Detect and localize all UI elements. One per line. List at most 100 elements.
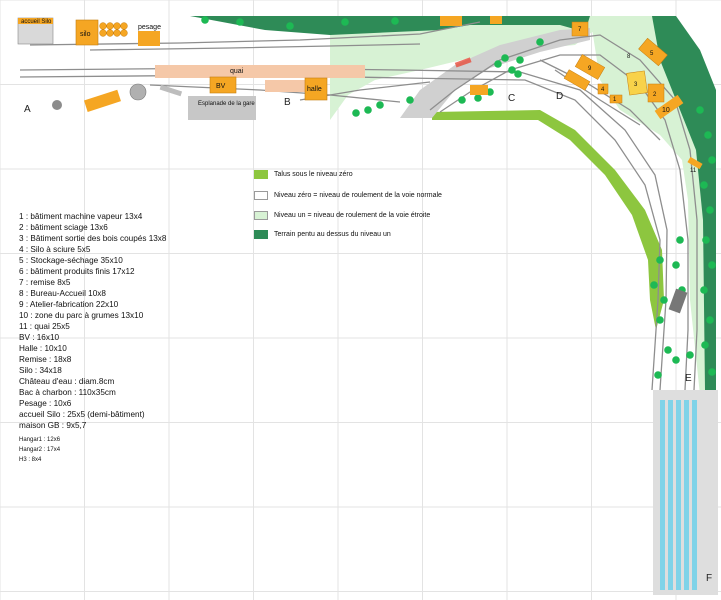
tree bbox=[236, 18, 244, 26]
tree bbox=[660, 296, 668, 304]
list-item-small: Hangar1 : 12x6 bbox=[19, 437, 61, 443]
tree bbox=[376, 101, 384, 109]
list-item: 10 : zone du parc à grumes 13x10 bbox=[19, 311, 144, 320]
tree bbox=[516, 56, 524, 64]
list-item: 8 : Bureau-Accueil 10x8 bbox=[19, 289, 106, 298]
tree bbox=[494, 60, 502, 68]
legend-item-level-zero: Niveau zéro = niveau de roulement de la … bbox=[254, 189, 442, 201]
list-item: 3 : Bâtiment sortie des bois coupés 13x8 bbox=[19, 234, 167, 243]
legend-swatch-slope bbox=[254, 169, 268, 179]
tree bbox=[406, 96, 414, 104]
quay-long bbox=[155, 65, 365, 78]
list-item: 4 : Silo à sciure 5x5 bbox=[19, 245, 91, 254]
yard-track bbox=[684, 400, 689, 590]
list-item: 2 : bâtiment sciage 13x6 bbox=[19, 223, 108, 232]
building-halt bbox=[470, 85, 488, 95]
legend-swatch-steep bbox=[254, 229, 268, 239]
tree bbox=[656, 316, 664, 324]
list-item: Château d'eau : diam.8cm bbox=[19, 377, 115, 386]
label-pesage: pesage bbox=[138, 24, 161, 31]
list-item: maison GB : 9x5,7 bbox=[19, 421, 87, 430]
legend-item-level-one: Niveau un = niveau de roulement de la vo… bbox=[254, 209, 430, 221]
yard-track bbox=[676, 400, 681, 590]
tree bbox=[514, 70, 522, 78]
legend-item-steep: Terrain pentu au dessus du niveau un bbox=[254, 228, 391, 240]
tree bbox=[701, 341, 709, 349]
tree bbox=[708, 156, 716, 164]
tree bbox=[654, 371, 662, 379]
tree bbox=[201, 16, 209, 24]
list-item: BV : 16x10 bbox=[19, 333, 60, 342]
zone-c: C bbox=[508, 93, 515, 104]
zone-f: F bbox=[706, 573, 712, 584]
tree bbox=[696, 106, 704, 114]
building-esplanade bbox=[188, 96, 256, 120]
zone-e: E bbox=[685, 373, 692, 384]
tree bbox=[352, 109, 360, 117]
water-tower bbox=[129, 83, 147, 101]
tree bbox=[672, 261, 680, 269]
tree bbox=[536, 38, 544, 46]
tree bbox=[708, 368, 716, 376]
list-item: Pesage : 10x6 bbox=[19, 399, 72, 408]
label-bv: BV bbox=[216, 83, 226, 90]
list-item: accueil Silo : 25x5 (demi-bâtiment) bbox=[19, 410, 145, 419]
tree bbox=[501, 54, 509, 62]
building-shed-top bbox=[490, 16, 502, 24]
tree bbox=[286, 22, 294, 30]
yard-track bbox=[660, 400, 665, 590]
yard-track bbox=[692, 400, 697, 590]
quay-pesage bbox=[138, 31, 160, 46]
tree bbox=[706, 316, 714, 324]
list-item: Halle : 10x10 bbox=[19, 344, 67, 353]
tree bbox=[706, 206, 714, 214]
label-esplanade: Esplanade de la gare bbox=[198, 101, 255, 107]
list-item-small: Hangar2 : 17x4 bbox=[19, 447, 61, 453]
label-11: 11 bbox=[690, 168, 697, 174]
legend-label-level-zero: Niveau zéro = niveau de roulement de la … bbox=[274, 191, 442, 199]
label-silo: silo bbox=[80, 31, 91, 38]
tree bbox=[650, 281, 658, 289]
legend-swatch-level-zero bbox=[254, 190, 268, 200]
legend-item-slope: Talus sous le niveau zéro bbox=[254, 168, 353, 180]
building-h3 bbox=[440, 16, 462, 26]
list-item: Bac à charbon : 110x35cm bbox=[19, 388, 116, 397]
list-item: 11 : quai 25x5 bbox=[19, 322, 70, 331]
tree bbox=[664, 346, 672, 354]
tree bbox=[391, 17, 399, 25]
tree bbox=[700, 286, 708, 294]
building-bridge bbox=[668, 288, 688, 314]
tree bbox=[656, 256, 664, 264]
yard-track bbox=[668, 400, 673, 590]
tree bbox=[458, 96, 466, 104]
building-gb bbox=[52, 100, 62, 110]
list-item: 9 : Atelier-fabrication 22x10 bbox=[19, 300, 119, 309]
label-halle: halle bbox=[307, 86, 322, 93]
tree bbox=[708, 261, 716, 269]
label-accueil-silo: accueil Silo bbox=[21, 19, 52, 25]
list-item: Remise : 18x8 bbox=[19, 355, 72, 364]
tree bbox=[676, 236, 684, 244]
list-item: 1 : bâtiment machine vapeur 13x4 bbox=[19, 212, 143, 221]
legend-swatch-level-one bbox=[254, 210, 268, 220]
zone-a: A bbox=[24, 104, 31, 115]
list-item: Silo : 34x18 bbox=[19, 366, 62, 375]
tree bbox=[672, 356, 680, 364]
legend-label-slope: Talus sous le niveau zéro bbox=[274, 170, 353, 178]
tree bbox=[341, 18, 349, 26]
tree bbox=[704, 131, 712, 139]
building-hangar bbox=[83, 89, 121, 112]
tree bbox=[702, 236, 710, 244]
zone-b: B bbox=[284, 97, 291, 108]
tree bbox=[686, 351, 694, 359]
list-item-small: H3 : 8x4 bbox=[19, 457, 42, 463]
zone-d: D bbox=[556, 91, 563, 102]
tree bbox=[474, 94, 482, 102]
list-item: 5 : Stockage-séchage 35x10 bbox=[19, 256, 123, 265]
label-10: 10 bbox=[662, 107, 670, 114]
quay-2 bbox=[265, 80, 310, 92]
slope-below-zero bbox=[432, 110, 664, 330]
tree bbox=[700, 181, 708, 189]
list-item: 7 : remise 8x5 bbox=[19, 278, 71, 287]
track-plan-diagram: accueil Silo silo pesage quai BV halle E… bbox=[0, 0, 721, 600]
